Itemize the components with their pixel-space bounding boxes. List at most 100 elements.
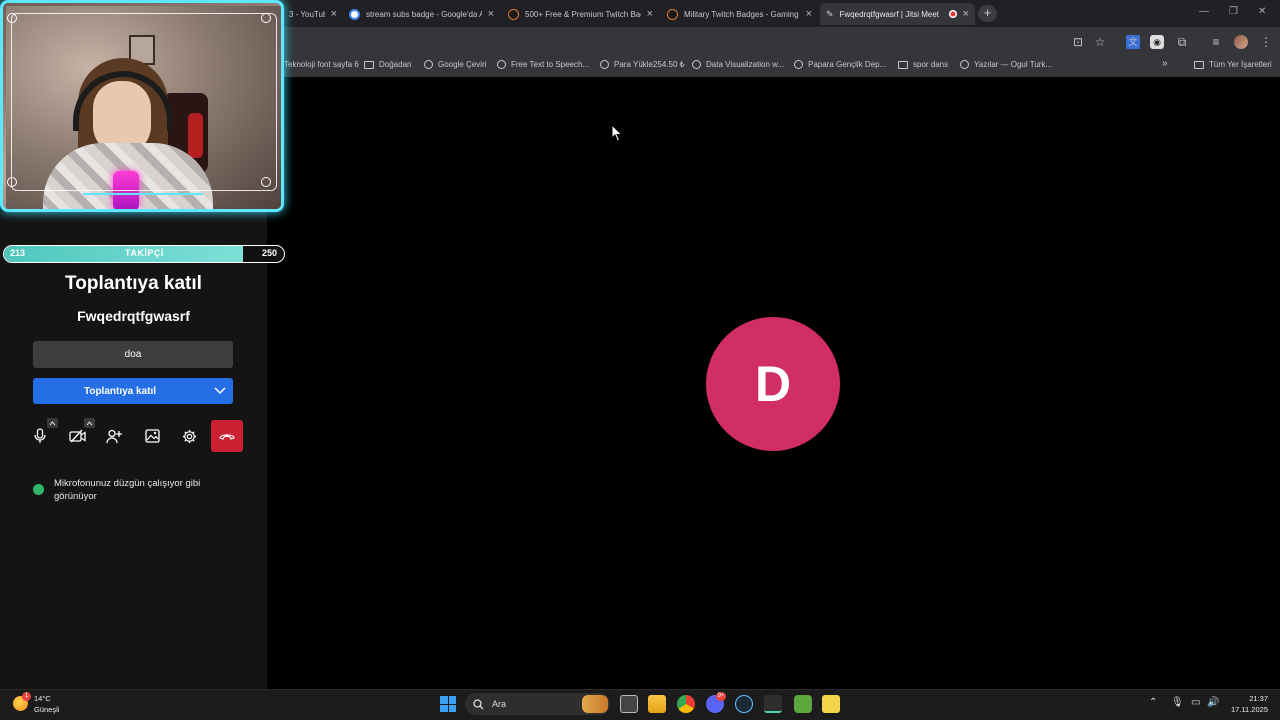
media-control-icon[interactable]: ≡: [1209, 35, 1223, 49]
volume-icon[interactable]: 🔊: [1207, 697, 1219, 708]
bookmark-label: Data Visualization w...: [706, 60, 785, 69]
tab-close-icon[interactable]: ×: [806, 8, 812, 20]
invite-button[interactable]: [103, 425, 125, 447]
bookmark-item[interactable]: Papara Gençlik Dep...: [794, 60, 886, 69]
bookmark-item[interactable]: Para Yükle254.50 ₺: [600, 60, 685, 69]
tab-jitsi-meet[interactable]: ✎ Fwqedrqtfgwasrf | Jitsi Meet ×: [820, 3, 975, 25]
search-placeholder: Ara: [492, 699, 507, 709]
bookmark-star-icon[interactable]: ☆: [1093, 35, 1107, 49]
overlay-frame-line: [11, 13, 277, 191]
bookmark-item[interactable]: Google Çeviri: [424, 60, 486, 69]
bookmark-item[interactable]: Free Text to Speech...: [497, 60, 589, 69]
clock-date[interactable]: 17.11.2025: [1230, 705, 1268, 714]
tab-title: Military Twitch Badges - Gaming: [684, 9, 799, 19]
tab-google-search[interactable]: stream subs badge - Google'da Ara ×: [343, 3, 500, 25]
restore-icon[interactable]: ❐: [1229, 6, 1238, 17]
tab-youtube[interactable]: 3 - YouTube ×: [283, 3, 343, 25]
show-hidden-icons[interactable]: ⌃: [1149, 697, 1157, 708]
join-meeting-button[interactable]: Toplantıya katıl: [33, 378, 233, 404]
notes-app-icon[interactable]: [822, 695, 840, 713]
search-icon: [473, 698, 484, 709]
bookmark-item[interactable]: Yazılar — Ogul Turk...: [960, 60, 1052, 69]
bookmark-label: Papara Gençlik Dep...: [808, 60, 887, 69]
globe-icon: [600, 60, 609, 69]
tab-close-icon[interactable]: ×: [331, 8, 337, 20]
microphone-button[interactable]: [29, 425, 51, 447]
discord-badge: 9+: [716, 692, 726, 701]
settings-button[interactable]: [178, 425, 200, 447]
streamer-webcam-overlay: [0, 0, 284, 212]
mouse-cursor-icon: [611, 124, 623, 142]
install-app-icon[interactable]: ⊡: [1071, 35, 1085, 49]
join-meeting-label: Toplantıya katıl: [83, 385, 157, 397]
hangup-button[interactable]: [211, 420, 243, 452]
participant-avatar: D: [706, 317, 840, 451]
join-options-dropdown[interactable]: [207, 378, 233, 404]
weather-desc[interactable]: Güneşli: [34, 705, 59, 714]
tab-twitch-badges[interactable]: 500+ Free & Premium Twitch Badges ×: [502, 3, 659, 25]
tab-close-icon[interactable]: ×: [963, 8, 969, 20]
browser-menu-icon[interactable]: ⋮: [1259, 35, 1273, 49]
background-button[interactable]: [141, 425, 163, 447]
chevron-up-icon: [49, 420, 56, 425]
bookmark-folder[interactable]: spor dans: [898, 60, 948, 69]
globe-icon: [692, 60, 701, 69]
globe-icon: [794, 60, 803, 69]
clock-time[interactable]: 21:37: [1230, 694, 1268, 703]
extension-icon[interactable]: ◉: [1150, 35, 1164, 49]
minimize-icon[interactable]: —: [1199, 6, 1209, 17]
translate-extension-icon[interactable]: 文: [1126, 35, 1140, 49]
tab-title: stream subs badge - Google'da Ara: [366, 9, 482, 19]
bookmark-folder[interactable]: Doğadan: [364, 60, 411, 69]
chat-app-icon[interactable]: [764, 695, 782, 713]
twitch-tool-icon: [508, 8, 519, 20]
tab-military-badges[interactable]: Military Twitch Badges - Gaming ×: [661, 3, 818, 25]
extensions-puzzle-icon[interactable]: ⧉: [1175, 35, 1189, 49]
page-title: Toplantıya katıl: [65, 273, 202, 294]
close-window-icon[interactable]: ✕: [1258, 6, 1266, 17]
tab-close-icon[interactable]: ×: [488, 8, 494, 20]
weather-temp[interactable]: 14°C: [34, 694, 51, 703]
all-bookmarks-folder[interactable]: Tüm Yer İşaretleri: [1194, 60, 1272, 69]
bookmark-label: Free Text to Speech...: [511, 60, 590, 69]
bookmark-label: Para Yükle254.50 ₺: [614, 60, 685, 69]
folder-icon: [364, 60, 374, 69]
camera-button[interactable]: [66, 425, 88, 447]
folder-icon: [898, 60, 908, 69]
chevron-up-icon: [86, 420, 93, 425]
background-icon: [144, 429, 160, 443]
new-tab-button[interactable]: +: [978, 5, 997, 22]
network-icon[interactable]: ▭: [1191, 697, 1200, 708]
camera-off-icon: [68, 429, 86, 443]
frame-corner-icon: [7, 177, 17, 187]
tab-title: 3 - YouTube: [289, 9, 325, 19]
twitch-tool-icon: [667, 8, 678, 20]
bookmark-item[interactable]: Data Visualization w...: [692, 60, 784, 69]
start-button[interactable]: [440, 696, 456, 712]
tab-close-icon[interactable]: ×: [647, 8, 653, 20]
follower-current: 213: [10, 248, 26, 258]
video-options-button[interactable]: [84, 418, 95, 428]
steam-icon[interactable]: [735, 695, 753, 713]
bookmark-label: Google Çeviri: [438, 60, 487, 69]
display-name-input[interactable]: [33, 341, 233, 368]
globe-icon: [497, 60, 506, 69]
audio-options-button[interactable]: [47, 418, 58, 428]
task-view-icon[interactable]: [620, 695, 638, 713]
overlay-bottom-deco: [83, 193, 203, 205]
file-explorer-icon[interactable]: [648, 695, 666, 713]
bookmark-item[interactable]: Teknoloji font sayfa 6: [284, 60, 359, 69]
more-bookmarks-button[interactable]: »: [1162, 58, 1168, 69]
search-highlight-icon[interactable]: [582, 695, 608, 713]
game-app-icon[interactable]: [794, 695, 812, 713]
chrome-icon[interactable]: [677, 695, 695, 713]
follower-label: TAKİPÇİ: [125, 248, 164, 258]
mic-status-text: Mikrofonunuz düzgün çalışıyor gibi görün…: [54, 478, 201, 502]
profile-avatar[interactable]: [1234, 35, 1248, 49]
tray-microphone-icon[interactable]: 🎙: [1171, 697, 1184, 708]
microphone-icon: [34, 428, 46, 443]
folder-icon: [1194, 60, 1204, 69]
frame-corner-icon: [261, 13, 271, 23]
bookmark-label: Doğadan: [379, 60, 412, 69]
recording-icon: [948, 10, 957, 18]
